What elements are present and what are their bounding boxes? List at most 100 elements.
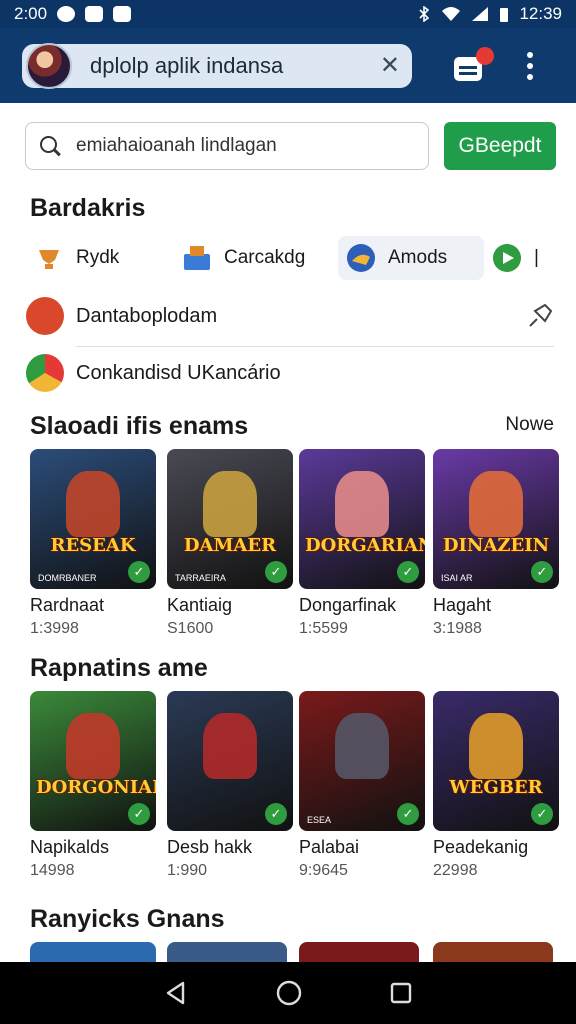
category-label: | [534,247,539,268]
notification-badge [476,46,494,65]
game-logo-text: DINAZEIN [442,535,550,556]
bluetooth-icon [419,6,430,22]
game-tag: ISAI AR [441,573,473,583]
category-item-3[interactable]: Amods [338,236,484,280]
game-logo-text: WEGBER [449,777,543,798]
app-bar: dplolp aplik indansa ✕ [0,28,576,103]
game-character-art [335,471,389,537]
check-icon: ✓ [397,561,419,583]
game-tag: ESEA [307,815,332,825]
game-subtitle: 1:990 [167,862,208,879]
game-thumb[interactable] [30,942,156,962]
home-icon[interactable] [275,979,303,1007]
game-thumbnail[interactable]: ESEA ✓ [299,691,425,831]
category-item-1[interactable]: Rydk [26,236,174,280]
game-thumb[interactable] [167,942,287,962]
category-row: Rydk Carcakdg Amods | [26,236,554,280]
play-icon [492,243,522,273]
game-title: Dongarfinak [299,595,397,615]
game-thumbnail[interactable]: DAMAER TARRAEIRA ✓ [167,449,293,589]
game-thumbnail[interactable]: ✓ [167,691,293,831]
search-button[interactable]: GBeepdt [444,122,556,170]
check-icon: ✓ [397,803,419,825]
game-subtitle: 22998 [433,862,478,879]
category-label: Amods [388,247,448,268]
more-vert-icon[interactable] [526,51,534,80]
wifi-icon [442,7,461,21]
status-time-right: 12:39 [519,4,562,23]
game-tag: TARRAEIRA [175,573,226,583]
game-title: Hagaht [433,595,492,615]
game-subtitle: 14998 [30,862,75,879]
status-time-left: 2:00 [14,4,48,23]
game-title: Rardnaat [30,595,105,615]
category-item-4[interactable]: | [484,236,554,280]
game-card[interactable]: ESEA ✓ Palabai 9:9645 [299,691,425,880]
game-card[interactable]: WEGBER ✓ Peadekanig 22998 [433,691,559,880]
categories-title: Bardakris [30,194,146,222]
game-thumb[interactable] [433,942,553,962]
game-subtitle: 9:9645 [299,862,348,879]
game-logo-text: DAMAER [183,535,277,556]
game-subtitle: 3:1988 [433,620,482,637]
check-icon: ✓ [128,803,150,825]
game-character-art [469,471,523,537]
check-icon: ✓ [265,561,287,583]
search-input[interactable]: emiahaioanah lindlagan [25,122,429,170]
category-label: Rydk [76,247,120,268]
game-thumbnail[interactable]: DINAZEIN ISAI AR ✓ [433,449,559,589]
game-thumb[interactable] [299,942,419,962]
list-item-chrome[interactable]: Conkandisd UKancário [26,353,281,393]
status-bar: 2:00 12:39 [0,0,576,28]
signal-icon [472,7,489,21]
download-icon [26,297,64,335]
back-icon[interactable] [163,980,189,1006]
game-card[interactable]: ✓ Desb hakk 1:990 [167,691,293,880]
category-label: Carcakdg [224,247,306,268]
game-title: Palabai [299,837,360,857]
search-input-value[interactable]: emiahaioanah lindlagan [76,135,277,157]
list-item-label: Conkandisd UKancário [76,361,281,384]
chrome-icon [26,354,64,392]
game-card[interactable]: DORGONIAR ✓ Napikalds 14998 [30,691,156,880]
game-subtitle: 1:3998 [30,620,79,637]
search-icon [38,134,62,158]
game-card[interactable]: DAMAER TARRAEIRA ✓ Kantiaig S1600 [167,449,293,638]
game-thumbnail[interactable]: DORGONIAR ✓ [30,691,156,831]
list-item-label: Dantaboplodam [76,304,218,327]
check-icon: ✓ [531,561,553,583]
store-icon [182,243,212,273]
game-card[interactable]: DINAZEIN ISAI AR ✓ Hagaht 3:1988 [433,449,559,638]
game-title: Desb hakk [167,837,253,857]
avatar[interactable] [26,42,72,89]
url-text[interactable]: dplolp aplik indansa [90,53,380,79]
game-thumbnail[interactable]: WEGBER ✓ [433,691,559,831]
game-logo-text: DORGARIAN [305,535,425,556]
game-character-art [469,713,523,779]
url-bar[interactable]: dplolp aplik indansa ✕ [22,42,412,89]
system-nav-bar [0,962,576,1024]
section1-more-link[interactable]: Nowe [505,414,554,436]
game-logo-text: RESEAK [50,535,136,556]
pin-icon[interactable] [526,302,554,330]
close-icon[interactable]: ✕ [380,53,400,78]
check-icon: ✓ [531,803,553,825]
game-tag: DOMRBANER [38,573,97,583]
game-card[interactable]: RESEAK DOMRBANER ✓ Rardnaat 1:3998 [30,449,156,638]
game-character-art [203,471,257,537]
game-character-art [335,713,389,779]
tabs-icon[interactable] [452,46,494,83]
section1-title: Slaoadi ifis enams [30,412,249,440]
game-thumbnail[interactable]: RESEAK DOMRBANER ✓ [30,449,156,589]
divider [76,346,554,347]
recents-icon[interactable] [389,981,413,1005]
list-item-downloads[interactable]: Dantaboplodam [26,296,217,336]
game-title: Kantiaig [167,595,233,615]
game-card[interactable]: DORGARIAN ✓ Dongarfinak 1:5599 [299,449,425,638]
globe-icon [346,243,376,273]
section2-title: Rapnatins ame [30,654,208,682]
category-item-2[interactable]: Carcakdg [174,236,338,280]
game-character-art [66,471,120,537]
game-thumbnail[interactable]: DORGARIAN ✓ [299,449,425,589]
news-icon [113,6,132,22]
